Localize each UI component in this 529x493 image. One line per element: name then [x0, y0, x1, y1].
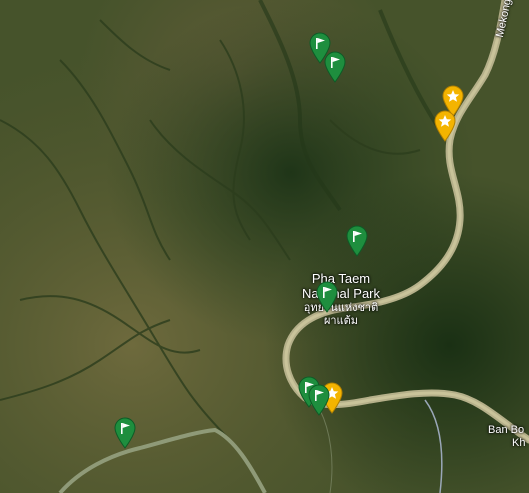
park-label: Pha Taem National Park อุทยานแห่งชาติ ผา… [288, 271, 394, 327]
map-marker-green[interactable] [345, 225, 369, 257]
map-marker-green[interactable] [113, 417, 137, 449]
place-label-line2: Kh [512, 436, 526, 449]
park-thai-name-line1: อุทยานแห่งชาติ [303, 301, 379, 314]
map-marker-yellow[interactable] [433, 110, 457, 142]
satellite-map[interactable]: Mekong Pha Taem National Park อุทยานแห่ง… [0, 0, 529, 493]
map-marker-green[interactable] [315, 281, 339, 313]
park-name-line2: National Park [301, 285, 381, 301]
terrain-imagery [0, 0, 529, 493]
park-thai-name-line2: ผาแต้ม [323, 314, 359, 327]
place-label: Ban Bo Kh [488, 424, 525, 449]
place-label-line1: Ban Bo [488, 424, 525, 436]
park-name-line1: Pha Taem [311, 271, 371, 286]
map-marker-green[interactable] [323, 51, 347, 83]
map-marker-green[interactable] [307, 384, 331, 416]
